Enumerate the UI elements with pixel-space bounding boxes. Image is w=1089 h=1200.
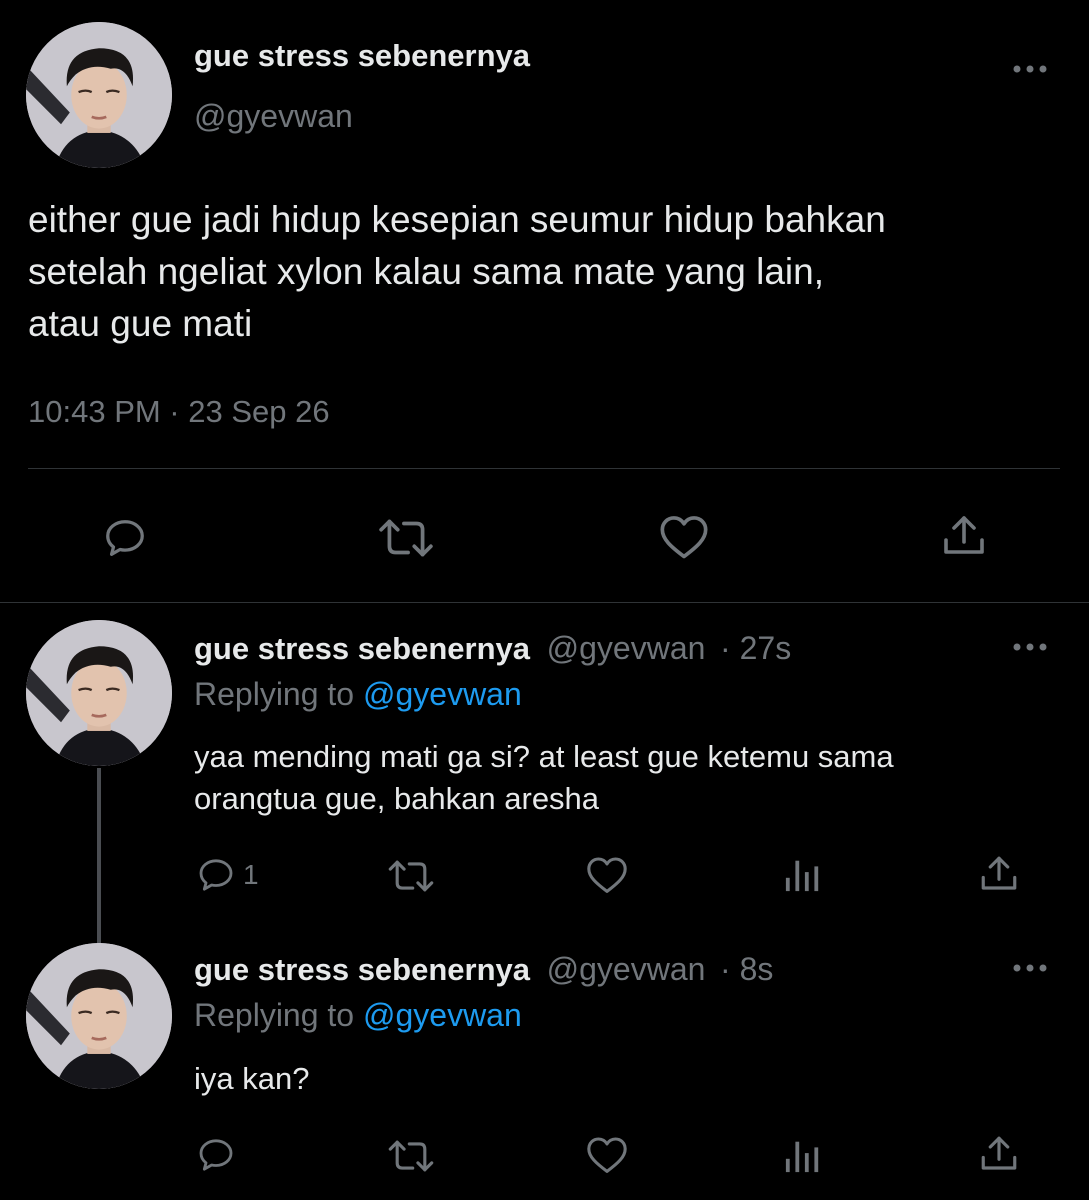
share-icon xyxy=(944,516,984,554)
replying-to-label: Replying to xyxy=(194,997,355,1033)
section-divider xyxy=(0,602,1089,603)
like-button[interactable] xyxy=(585,855,629,895)
replying-to-label: Replying to xyxy=(194,676,355,712)
retweet-icon xyxy=(388,860,434,892)
analytics-icon xyxy=(785,1141,819,1173)
share-icon xyxy=(981,1136,1017,1170)
heart-icon xyxy=(587,857,627,893)
analytics-icon xyxy=(785,860,819,892)
avatar[interactable] xyxy=(26,620,172,766)
share-button[interactable] xyxy=(940,512,988,560)
more-options-button[interactable] xyxy=(1010,959,1050,977)
author-display-name[interactable]: gue stress sebenernya xyxy=(194,38,530,74)
reply-button[interactable] xyxy=(195,1135,237,1175)
reply-button[interactable] xyxy=(100,515,150,561)
reply-header: gue stress sebenernya @gyevwan · 8s xyxy=(194,951,773,988)
more-dots-icon xyxy=(1013,643,1047,651)
share-icon xyxy=(981,856,1017,890)
replying-to: Replying to @gyevwan xyxy=(194,676,522,713)
reply-icon xyxy=(199,1139,233,1171)
retweet-button[interactable] xyxy=(386,1137,436,1175)
replying-to: Replying to @gyevwan xyxy=(194,997,522,1034)
avatar[interactable] xyxy=(26,22,172,168)
replying-to-handle[interactable]: @gyevwan xyxy=(363,997,522,1033)
more-options-button[interactable] xyxy=(1010,60,1050,78)
reply-icon xyxy=(199,859,233,891)
author-handle[interactable]: @gyevwan xyxy=(194,98,353,135)
author-handle[interactable]: @gyevwan xyxy=(547,951,706,987)
divider xyxy=(28,468,1060,469)
share-button[interactable] xyxy=(978,1133,1020,1175)
reply-header: gue stress sebenernya @gyevwan · 27s xyxy=(194,630,791,667)
tweet-text: either gue jadi hidup kesepian seumur hi… xyxy=(28,199,886,344)
author-display-name[interactable]: gue stress sebenernya xyxy=(194,952,530,987)
author-handle[interactable]: @gyevwan xyxy=(547,630,706,666)
retweet-button[interactable] xyxy=(377,515,435,561)
retweet-button[interactable] xyxy=(386,857,436,895)
reply-text: iya kan? xyxy=(194,1061,310,1096)
analytics-button[interactable] xyxy=(784,855,822,893)
like-button[interactable] xyxy=(658,513,710,561)
heart-icon xyxy=(587,1137,627,1173)
thread-connector xyxy=(97,768,101,944)
heart-icon xyxy=(660,516,708,559)
share-button[interactable] xyxy=(978,853,1020,895)
reply-time[interactable]: · 27s xyxy=(720,630,791,666)
more-dots-icon xyxy=(1013,964,1047,972)
more-dots-icon xyxy=(1013,65,1047,73)
analytics-button[interactable] xyxy=(784,1136,822,1174)
retweet-icon xyxy=(379,519,433,557)
avatar[interactable] xyxy=(26,943,172,1089)
author-display-name[interactable]: gue stress sebenernya xyxy=(194,631,530,666)
more-options-button[interactable] xyxy=(1010,638,1050,656)
reply-time[interactable]: · 8s xyxy=(720,951,773,987)
reply-text: yaa mending mati ga si? at least gue ket… xyxy=(194,739,894,816)
reply-button[interactable]: 1 xyxy=(195,855,259,895)
retweet-icon xyxy=(388,1140,434,1172)
like-button[interactable] xyxy=(585,1135,629,1175)
reply-icon xyxy=(106,520,144,556)
tweet-timestamp[interactable]: 10:43 PM · 23 Sep 26 xyxy=(28,394,330,430)
reply-count: 1 xyxy=(243,859,259,890)
replying-to-handle[interactable]: @gyevwan xyxy=(363,676,522,712)
